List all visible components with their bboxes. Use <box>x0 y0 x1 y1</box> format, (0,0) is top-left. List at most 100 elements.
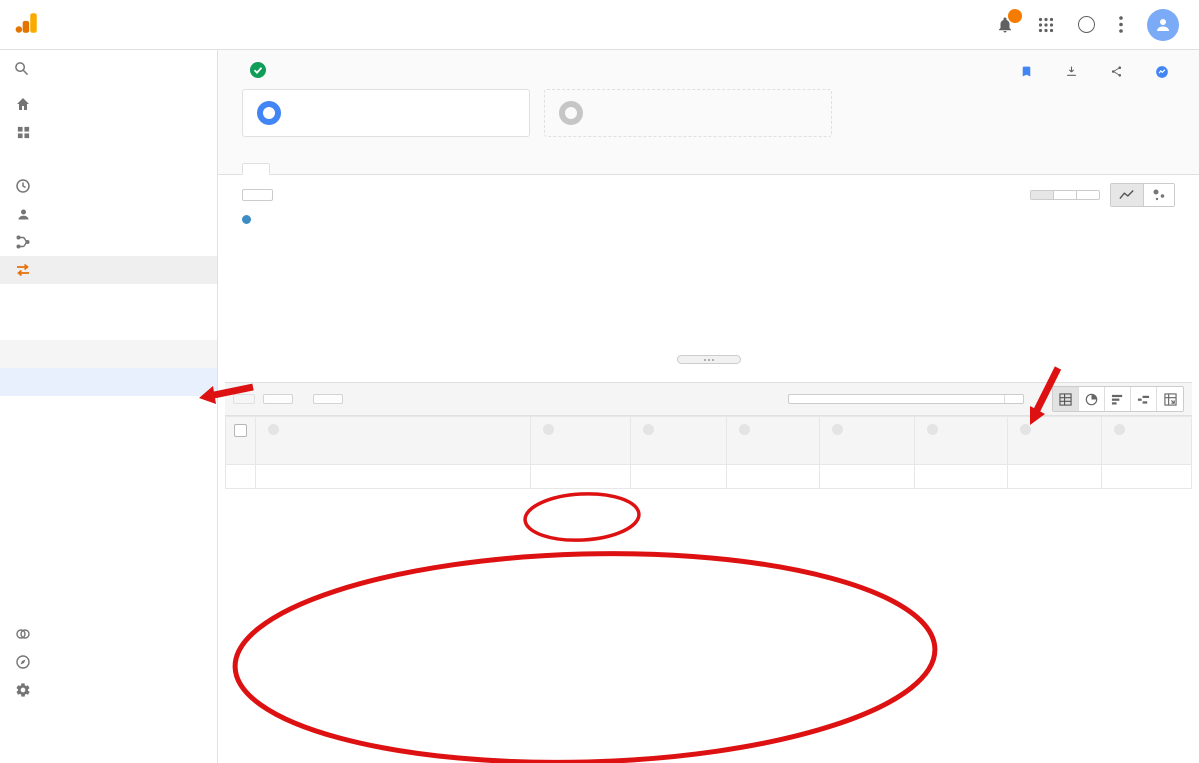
reports-section-label <box>0 146 217 172</box>
sidebar-item-behavior-flow[interactable] <box>0 312 217 340</box>
sidebar-item-experiments[interactable] <box>0 592 217 620</box>
remove-filter-button[interactable] <box>1004 395 1023 403</box>
more-options-button[interactable] <box>1119 16 1123 33</box>
table-icon <box>1059 393 1072 406</box>
search-input[interactable] <box>39 63 197 77</box>
gear-icon <box>14 682 32 698</box>
bar-chart-icon <box>1111 393 1124 406</box>
line-chart[interactable] <box>242 226 1175 338</box>
sidebar-item-acquisition[interactable] <box>0 228 217 256</box>
column-header-unique-pageviews[interactable] <box>631 417 727 465</box>
report-title-bar <box>218 50 1199 87</box>
chart-legend <box>218 209 1199 226</box>
granularity-day-button[interactable] <box>1031 191 1054 199</box>
comparison-view-button[interactable] <box>1131 387 1157 411</box>
insights-icon <box>1155 65 1169 79</box>
pie-chart-icon <box>1085 393 1098 406</box>
chart-scrollbar[interactable] <box>677 355 741 364</box>
verified-check-icon <box>250 62 266 81</box>
sidebar-item-audience[interactable] <box>0 200 217 228</box>
table-controls <box>225 382 1192 416</box>
line-chart-toggle-button[interactable] <box>1111 184 1144 206</box>
column-header-exit-rate[interactable] <box>1007 417 1101 465</box>
apps-grid-button[interactable] <box>1038 17 1054 33</box>
column-header-page[interactable] <box>256 417 531 465</box>
granularity-month-button[interactable] <box>1077 191 1099 199</box>
data-view-button[interactable] <box>1053 387 1079 411</box>
person-icon <box>14 207 32 222</box>
share-button[interactable] <box>1110 65 1129 78</box>
account-switcher[interactable] <box>156 24 163 26</box>
column-header-avg-time[interactable] <box>727 417 819 465</box>
help-button[interactable] <box>1078 16 1095 33</box>
motion-chart-button[interactable] <box>1144 184 1174 206</box>
sort-type-dropdown[interactable] <box>313 394 343 404</box>
share-icon <box>1110 65 1123 78</box>
sidebar-item-discover[interactable] <box>0 648 217 676</box>
sidebar-item-site-content[interactable] <box>0 340 217 368</box>
metric-selector-row <box>218 175 1199 209</box>
column-header-page-value[interactable] <box>1101 417 1191 465</box>
column-header-bounce-rate[interactable] <box>914 417 1007 465</box>
date-range-picker[interactable] <box>1167 89 1175 97</box>
analytics-logo[interactable] <box>14 10 140 39</box>
sidebar-item-realtime[interactable] <box>0 172 217 200</box>
performance-view-button[interactable] <box>1105 387 1131 411</box>
add-segment-button[interactable] <box>544 89 832 137</box>
sidebar-item-publisher[interactable] <box>0 564 217 592</box>
sidebar-item-exit-pages[interactable] <box>0 452 217 480</box>
save-button[interactable] <box>1020 65 1039 78</box>
person-icon <box>1154 16 1172 34</box>
sidebar-search[interactable] <box>0 50 217 90</box>
insights-button[interactable] <box>1155 65 1175 79</box>
plot-rows-button[interactable] <box>233 394 255 404</box>
add-segment-donut-icon <box>559 101 583 125</box>
select-all-checkbox[interactable] <box>234 424 247 437</box>
tab-explorer[interactable] <box>242 163 270 175</box>
app-header <box>0 0 1199 50</box>
sidebar-item-events[interactable] <box>0 536 217 564</box>
discover-icon <box>14 654 32 670</box>
legend-dot-icon <box>242 215 251 224</box>
percentage-view-button[interactable] <box>1079 387 1105 411</box>
chart-type-group <box>1110 183 1175 207</box>
granularity-week-button[interactable] <box>1054 191 1077 199</box>
sidebar-item-content-drilldown[interactable] <box>0 396 217 424</box>
primary-dimension-bar <box>218 364 1199 382</box>
sidebar-item-attribution[interactable] <box>0 620 217 648</box>
sidebar-item-site-speed[interactable] <box>0 480 217 508</box>
behavior-icon <box>14 262 32 278</box>
metric-dropdown[interactable] <box>242 189 273 201</box>
sidebar-item-site-search[interactable] <box>0 508 217 536</box>
save-icon <box>1020 65 1033 78</box>
export-button[interactable] <box>1065 65 1084 78</box>
motion-chart-icon <box>1152 188 1166 202</box>
sidebar-item-overview[interactable] <box>0 284 217 312</box>
notifications-button[interactable] <box>996 16 1014 34</box>
sidebar-nav <box>0 90 217 704</box>
table-header-row <box>226 417 1192 465</box>
sidebar-item-admin[interactable] <box>0 676 217 704</box>
table-totals-row <box>226 465 1192 489</box>
sidebar-item-customization[interactable] <box>0 118 217 146</box>
help-icon <box>1114 424 1125 435</box>
customization-icon <box>14 125 32 140</box>
help-icon <box>1020 424 1031 435</box>
column-header-pageviews[interactable] <box>531 417 631 465</box>
segment-all-users[interactable] <box>242 89 530 137</box>
user-avatar[interactable] <box>1147 9 1179 41</box>
sidebar-item-landing-pages[interactable] <box>0 424 217 452</box>
secondary-dimension-dropdown[interactable] <box>263 394 293 404</box>
sidebar-item-behavior[interactable] <box>0 256 217 284</box>
sidebar-item-home[interactable] <box>0 90 217 118</box>
help-icon <box>543 424 554 435</box>
advanced-filter-chip <box>788 394 1024 404</box>
sidebar-item-all-pages[interactable] <box>0 368 217 396</box>
pivot-view-button[interactable] <box>1157 387 1183 411</box>
report-tabs <box>218 147 1199 175</box>
grid-icon <box>1038 17 1054 33</box>
segment-bar <box>218 87 1199 147</box>
column-header-entrances[interactable] <box>819 417 914 465</box>
help-icon <box>739 424 750 435</box>
tab-navigation-summary[interactable] <box>270 164 298 174</box>
